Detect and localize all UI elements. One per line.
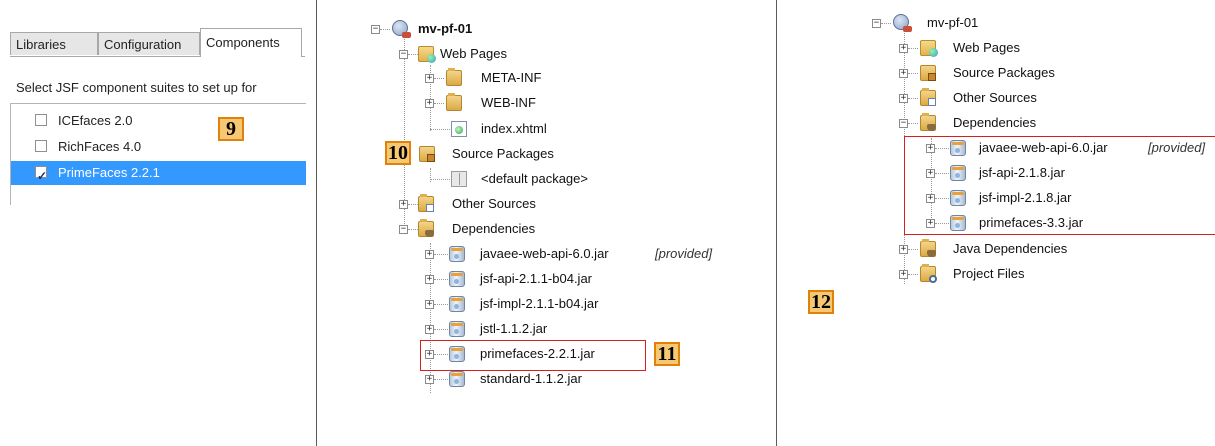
source-packages-folder-icon — [920, 65, 936, 81]
highlight-box-dependencies — [904, 136, 1215, 235]
collapse-icon[interactable]: − — [899, 119, 908, 128]
node-label: Web Pages — [953, 40, 1020, 55]
tab-components[interactable]: Components — [200, 28, 302, 57]
node-label: Java Dependencies — [953, 241, 1068, 256]
collapse-icon[interactable]: − — [872, 19, 881, 28]
dependencies-folder-icon — [920, 113, 936, 131]
project-globe-icon — [893, 14, 912, 32]
expand-icon[interactable]: + — [899, 44, 908, 53]
node-label: Other Sources — [953, 90, 1037, 105]
node-label: Project Files — [953, 266, 1025, 281]
expand-icon[interactable]: + — [899, 270, 908, 279]
expand-icon[interactable]: + — [899, 69, 908, 78]
expand-icon[interactable]: + — [899, 94, 908, 103]
node-label: Source Packages — [953, 65, 1055, 80]
project-files-folder-icon — [920, 264, 937, 283]
web-pages-folder-icon — [920, 40, 938, 57]
other-sources-folder-icon — [920, 88, 936, 106]
java-dependencies-folder-icon — [920, 239, 936, 257]
node-label: Dependencies — [953, 115, 1037, 130]
expand-icon[interactable]: + — [899, 245, 908, 254]
callout-12: 12 — [808, 290, 834, 314]
project-name: mv-pf-01 — [927, 15, 979, 30]
project-tree-after: − mv-pf-01 + Web Pages + Source Packages… — [0, 0, 1215, 446]
